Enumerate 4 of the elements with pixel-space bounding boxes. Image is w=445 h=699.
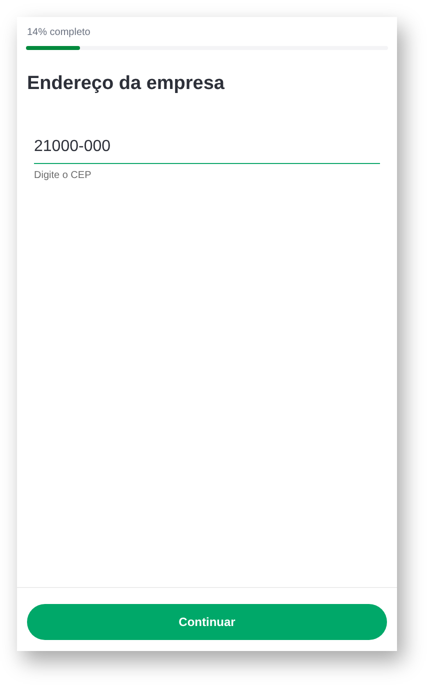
cep-helper-text: Digite o CEP — [34, 168, 92, 182]
cep-input-field[interactable]: 21000-000 — [34, 134, 380, 164]
progress-label: 14% completo — [27, 26, 90, 40]
page-title: Endereço da empresa — [27, 72, 224, 96]
